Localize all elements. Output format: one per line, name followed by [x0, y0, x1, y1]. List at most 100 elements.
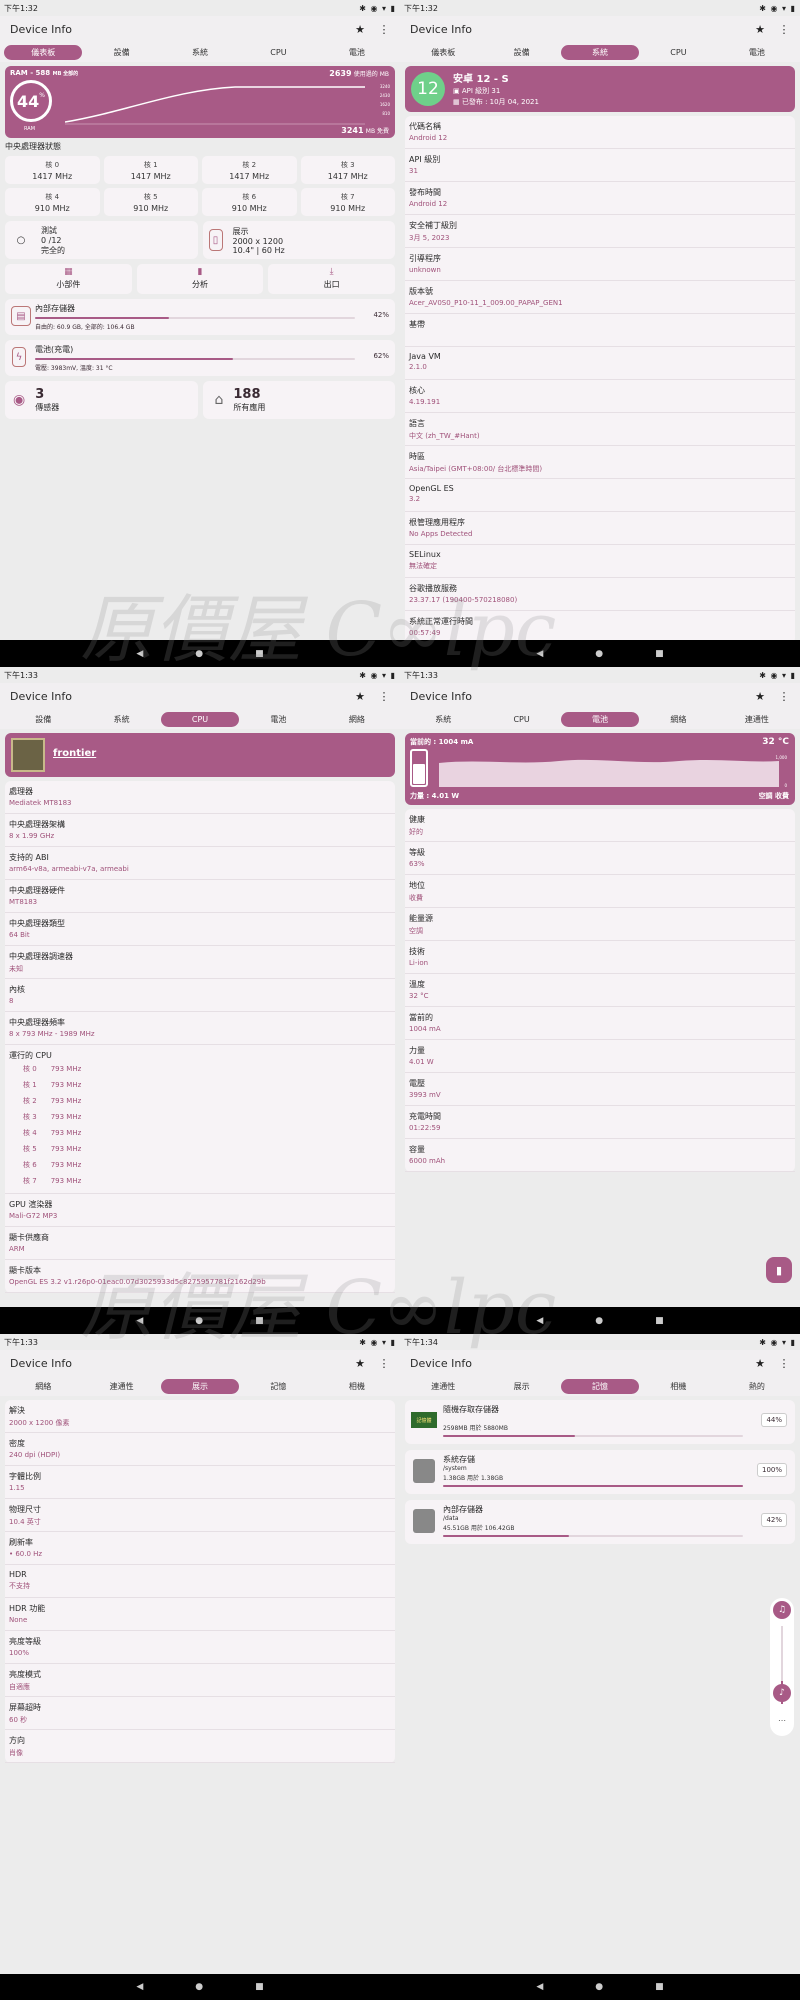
tab-camera[interactable]: 相機 [639, 1379, 717, 1394]
back-icon[interactable]: ◀ [136, 1316, 143, 1326]
cpu-info-row[interactable]: 顯卡供應商 ARM [5, 1227, 395, 1260]
core-card[interactable]: 核 1 1417 MHz [103, 156, 198, 184]
cpu-info-row[interactable]: 處理器 Mediatek MT8183 [5, 781, 395, 814]
system-info-row[interactable]: 核心 4.19.191 [405, 380, 795, 413]
star-icon[interactable]: ★ [354, 690, 366, 703]
battery-info-row[interactable]: 電壓 3993 mV [405, 1073, 795, 1106]
battery-info-row[interactable]: 等級 63% [405, 842, 795, 875]
cpu-info-row[interactable]: 內核 8 [5, 979, 395, 1012]
tab-network[interactable]: 網絡 [4, 1379, 82, 1394]
tab-system[interactable]: 系統 [404, 712, 482, 727]
tab-network[interactable]: 網絡 [639, 712, 717, 727]
tab-cpu[interactable]: CPU [639, 45, 717, 60]
tab-system[interactable]: 系統 [560, 44, 640, 60]
music-note-icon[interactable]: ♪ [773, 1684, 791, 1702]
display-info-row[interactable]: HDR 不支持 [5, 1565, 395, 1598]
display-info-row[interactable]: 屏幕超時 60 秒 [5, 1697, 395, 1730]
home-icon[interactable]: ● [595, 649, 603, 659]
tab-battery[interactable]: 電池 [560, 711, 640, 727]
star-icon[interactable]: ★ [754, 23, 766, 36]
cpu-info-row[interactable]: 中央處理器類型 64 Bit [5, 913, 395, 946]
tab-device[interactable]: 設備 [482, 45, 560, 60]
system-info-row[interactable]: 引導程序 unknown [405, 248, 795, 281]
tab-network[interactable]: 網絡 [318, 712, 396, 727]
overflow-menu-icon[interactable]: ⋮ [778, 23, 790, 36]
memory-card[interactable]: 記憶體 隨機存取存儲器 2598MB 用於 5880MB 44% [405, 1400, 795, 1444]
analysis-button[interactable]: ▮ 分析 [136, 264, 264, 294]
system-info-row[interactable]: 時區 Asia/Taipei (GMT+08:00/ 台北標準時間) [405, 446, 795, 479]
tab-dashboard[interactable]: 儀表板 [404, 45, 482, 60]
export-button[interactable]: ⤓ 出口 [268, 264, 395, 294]
home-icon[interactable]: ● [595, 1982, 603, 1992]
battery-info-row[interactable]: 能量源 空調 [405, 908, 795, 941]
system-info-row[interactable]: 谷歌播放服務 23.37.17 (190400-570218080) [405, 578, 795, 611]
tab-cpu[interactable]: CPU [482, 712, 560, 727]
ram-card[interactable]: RAM - 588 MB 全部的 2639 使用過的 MB 44 % RAM 3… [5, 66, 395, 138]
cpu-info-row[interactable]: GPU 渲染器 Mali-G72 MP3 [5, 1194, 395, 1227]
tab-camera[interactable]: 相機 [318, 1379, 396, 1394]
core-card[interactable]: 核 2 1417 MHz [202, 156, 297, 184]
battery-info-row[interactable]: 地位 收費 [405, 875, 795, 908]
display-info-row[interactable]: 密度 240 dpi (HDPI) [5, 1433, 395, 1466]
back-icon[interactable]: ◀ [136, 1982, 143, 1992]
overflow-menu-icon[interactable]: ⋮ [378, 23, 390, 36]
star-icon[interactable]: ★ [354, 23, 366, 36]
tab-battery[interactable]: 電池 [718, 45, 796, 60]
home-icon[interactable]: ● [595, 1316, 603, 1326]
overflow-menu-icon[interactable]: ⋮ [778, 690, 790, 703]
display-info-row[interactable]: 物理尺寸 10.4 英寸 [5, 1499, 395, 1532]
overflow-menu-icon[interactable]: ⋮ [778, 1357, 790, 1370]
display-info-row[interactable]: 亮度模式 自適應 [5, 1664, 395, 1697]
battery-fab-icon[interactable]: ▮ [766, 1257, 792, 1283]
tab-connectivity[interactable]: 連通性 [82, 1379, 160, 1394]
display-info-row[interactable]: 亮度等級 100% [5, 1631, 395, 1664]
display-card[interactable]: ▯ 展示 2000 x 1200 10.4" | 60 Hz [202, 221, 395, 259]
home-icon[interactable]: ● [195, 1982, 203, 1992]
bell-icon[interactable]: ♫ [773, 1601, 791, 1619]
test-card[interactable]: ○ 測試 0 /12 完全的 [5, 221, 198, 259]
core-card[interactable]: 核 7 910 MHz [300, 188, 395, 216]
sensors-card[interactable]: ◉ 3 傳感器 [5, 381, 198, 419]
tab-system[interactable]: 系統 [161, 45, 239, 60]
recents-icon[interactable]: ■ [255, 1982, 264, 1992]
display-info-row[interactable]: 解決 2000 x 1200 像素 [5, 1400, 395, 1433]
back-icon[interactable]: ◀ [536, 1316, 543, 1326]
more-options-icon[interactable]: ⋯ [770, 1716, 794, 1725]
apps-card[interactable]: ⌂ 188 所有應用 [202, 381, 395, 419]
tab-connectivity[interactable]: 連通性 [404, 1379, 482, 1394]
battery-info-row[interactable]: 當前的 1004 mA [405, 1007, 795, 1040]
tab-system[interactable]: 系統 [82, 712, 160, 727]
star-icon[interactable]: ★ [354, 1357, 366, 1370]
display-info-row[interactable]: 字體比例 1.15 [5, 1466, 395, 1499]
tab-display[interactable]: 展示 [160, 1378, 240, 1394]
cpu-info-row[interactable]: 中央處理器頻率 8 x 793 MHz - 1989 MHz [5, 1012, 395, 1045]
battery-info-row[interactable]: 力量 4.01 W [405, 1040, 795, 1073]
core-card[interactable]: 核 6 910 MHz [202, 188, 297, 216]
system-info-row[interactable]: API 級別 31 [405, 149, 795, 182]
core-card[interactable]: 核 3 1417 MHz [300, 156, 395, 184]
recents-icon[interactable]: ■ [655, 1982, 664, 1992]
display-info-row[interactable]: 刷新率 • 60.0 Hz [5, 1532, 395, 1565]
system-info-row[interactable]: 版本號 Acer_AV0S0_P10-11_1_009.00_PAPAP_GEN1 [405, 281, 795, 314]
tab-memory[interactable]: 記憶 [560, 1378, 640, 1394]
system-info-row[interactable]: Java VM 2.1.0 [405, 347, 795, 380]
core-card[interactable]: 核 5 910 MHz [103, 188, 198, 216]
system-info-row[interactable]: 安全補丁級別 3月 5, 2023 [405, 215, 795, 248]
star-icon[interactable]: ★ [754, 1357, 766, 1370]
display-info-row[interactable]: HDR 功能 None [5, 1598, 395, 1631]
recents-icon[interactable]: ■ [655, 1316, 664, 1326]
tab-dashboard[interactable]: 儀表板 [4, 44, 83, 60]
tab-connectivity[interactable]: 連通性 [718, 712, 796, 727]
overflow-menu-icon[interactable]: ⋮ [378, 1357, 390, 1370]
system-info-row[interactable]: SELinux 無法確定 [405, 545, 795, 578]
back-icon[interactable]: ◀ [536, 1982, 543, 1992]
battery-info-row[interactable]: 溫度 32 °C [405, 974, 795, 1007]
system-info-row[interactable]: OpenGL ES 3.2 [405, 479, 795, 512]
tab-device[interactable]: 設備 [82, 45, 160, 60]
cpu-info-row[interactable]: 中央處理器調速器 未知 [5, 946, 395, 979]
cpu-info-row[interactable]: 支持的 ABI arm64-v8a, armeabi-v7a, armeabi [5, 847, 395, 880]
display-info-row[interactable]: 方向 肖像 [5, 1730, 395, 1763]
system-info-row[interactable]: 發布時間 Android 12 [405, 182, 795, 215]
memory-card[interactable]: 內部存儲器/data 45.51GB 用於 106.42GB 42% [405, 1500, 795, 1544]
storage-card[interactable]: ▤ 內部存儲器 自由的: 60.9 GB, 全部的: 106.4 GB 42% [5, 299, 395, 335]
